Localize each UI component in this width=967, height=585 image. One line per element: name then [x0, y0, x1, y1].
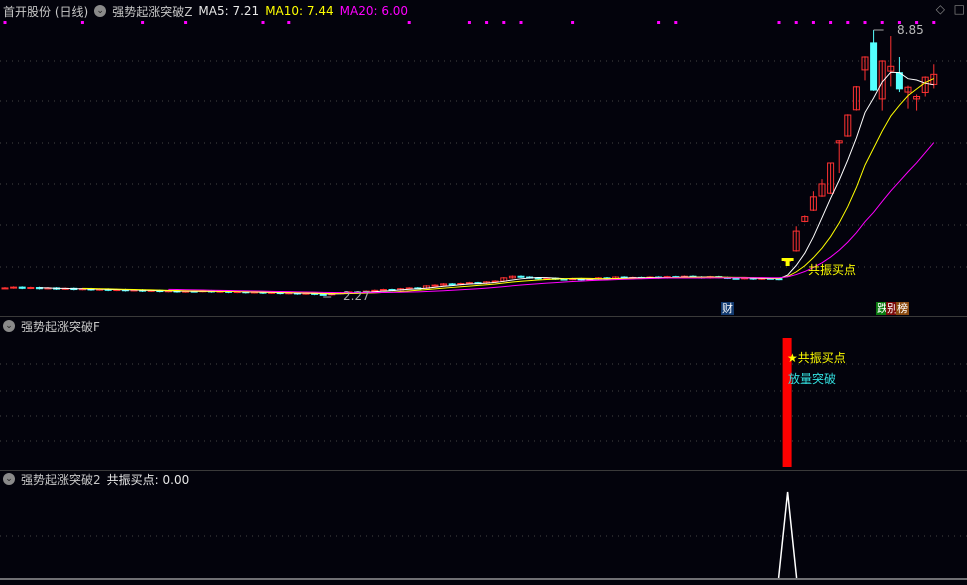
low-price-label: 2.27 [343, 289, 370, 303]
candle-body [27, 287, 35, 290]
signal-dot [829, 21, 833, 24]
candle-body [319, 293, 327, 296]
signal-dot [261, 21, 265, 24]
signal-dot [407, 21, 411, 24]
box-icon[interactable]: □ [954, 2, 965, 16]
signal-dot [287, 21, 291, 24]
panel2-header: ⌄ 强势起涨突破F [3, 318, 100, 334]
candle-body [870, 42, 878, 91]
indicator-dropdown-icon[interactable]: ⌄ [94, 5, 107, 17]
signal-dot [880, 21, 884, 24]
signal-dot [184, 21, 188, 24]
buy-marker-icon [785, 258, 790, 266]
kline-chart [0, 21, 967, 580]
panel-divider[interactable] [0, 316, 967, 317]
panel3-signal-line [777, 491, 798, 579]
signal-dot [141, 21, 145, 24]
panel3-header: ⌄ 强势起涨突破2 共振买点: 0.00 [3, 471, 189, 487]
candle-body [10, 286, 18, 289]
panel2-dropdown-icon[interactable]: ⌄ [3, 320, 15, 332]
signal-dot [485, 21, 489, 24]
signal-dot [811, 21, 815, 24]
ma10-label: MA10: 7.44 [265, 4, 334, 18]
signal-dot [777, 21, 781, 24]
panel3-value: 共振买点: 0.00 [106, 472, 190, 487]
panel2-title: 强势起涨突破F [21, 319, 100, 334]
candle-body [379, 289, 387, 292]
candle-body [732, 277, 740, 280]
signal-dot [571, 21, 575, 24]
signal-dot [657, 21, 661, 24]
candle-body [448, 283, 456, 286]
stock-title: 首开股份 (日线) [3, 4, 89, 19]
panel2-volume-label: 放量突破 [788, 372, 837, 386]
signal-dot [502, 21, 506, 24]
buy-point-label: 共振买点 [808, 263, 857, 277]
signal-dot [794, 21, 798, 24]
panel3-dropdown-icon[interactable]: ⌄ [3, 473, 15, 485]
ma10-line [82, 78, 935, 294]
finance-badge[interactable]: 财 [721, 302, 734, 315]
signal-dot [467, 21, 471, 24]
main-header: 首开股份 (日线) ⌄ 强势起涨突破Z MA5: 7.21 MA10: 7.44… [3, 3, 408, 19]
diamond-icon[interactable]: ◇ [936, 2, 945, 16]
candle-body [431, 284, 439, 287]
signal-dot [519, 21, 523, 24]
ma5-label: MA5: 7.21 [198, 4, 260, 18]
signal-dot [80, 21, 84, 24]
tag-badge-3[interactable]: 榜 [896, 302, 909, 315]
signal-dot [3, 21, 7, 24]
candle-body [895, 72, 903, 90]
indicator-name: 强势起涨突破Z [112, 4, 193, 19]
panel3-title: 强势起涨突破2 [21, 472, 101, 487]
signal-dot [863, 21, 867, 24]
signal-dot [846, 21, 850, 24]
signal-dot [932, 21, 936, 24]
candle-body [1, 287, 9, 290]
signal-dot [674, 21, 678, 24]
high-price-label: 8.85 [897, 23, 924, 37]
candle-body [517, 275, 525, 278]
candle-body [18, 286, 26, 289]
ma20-label: MA20: 6.00 [339, 4, 409, 18]
panel2-star-label: ★共振买点 [787, 351, 846, 365]
ma5-line [39, 71, 934, 295]
